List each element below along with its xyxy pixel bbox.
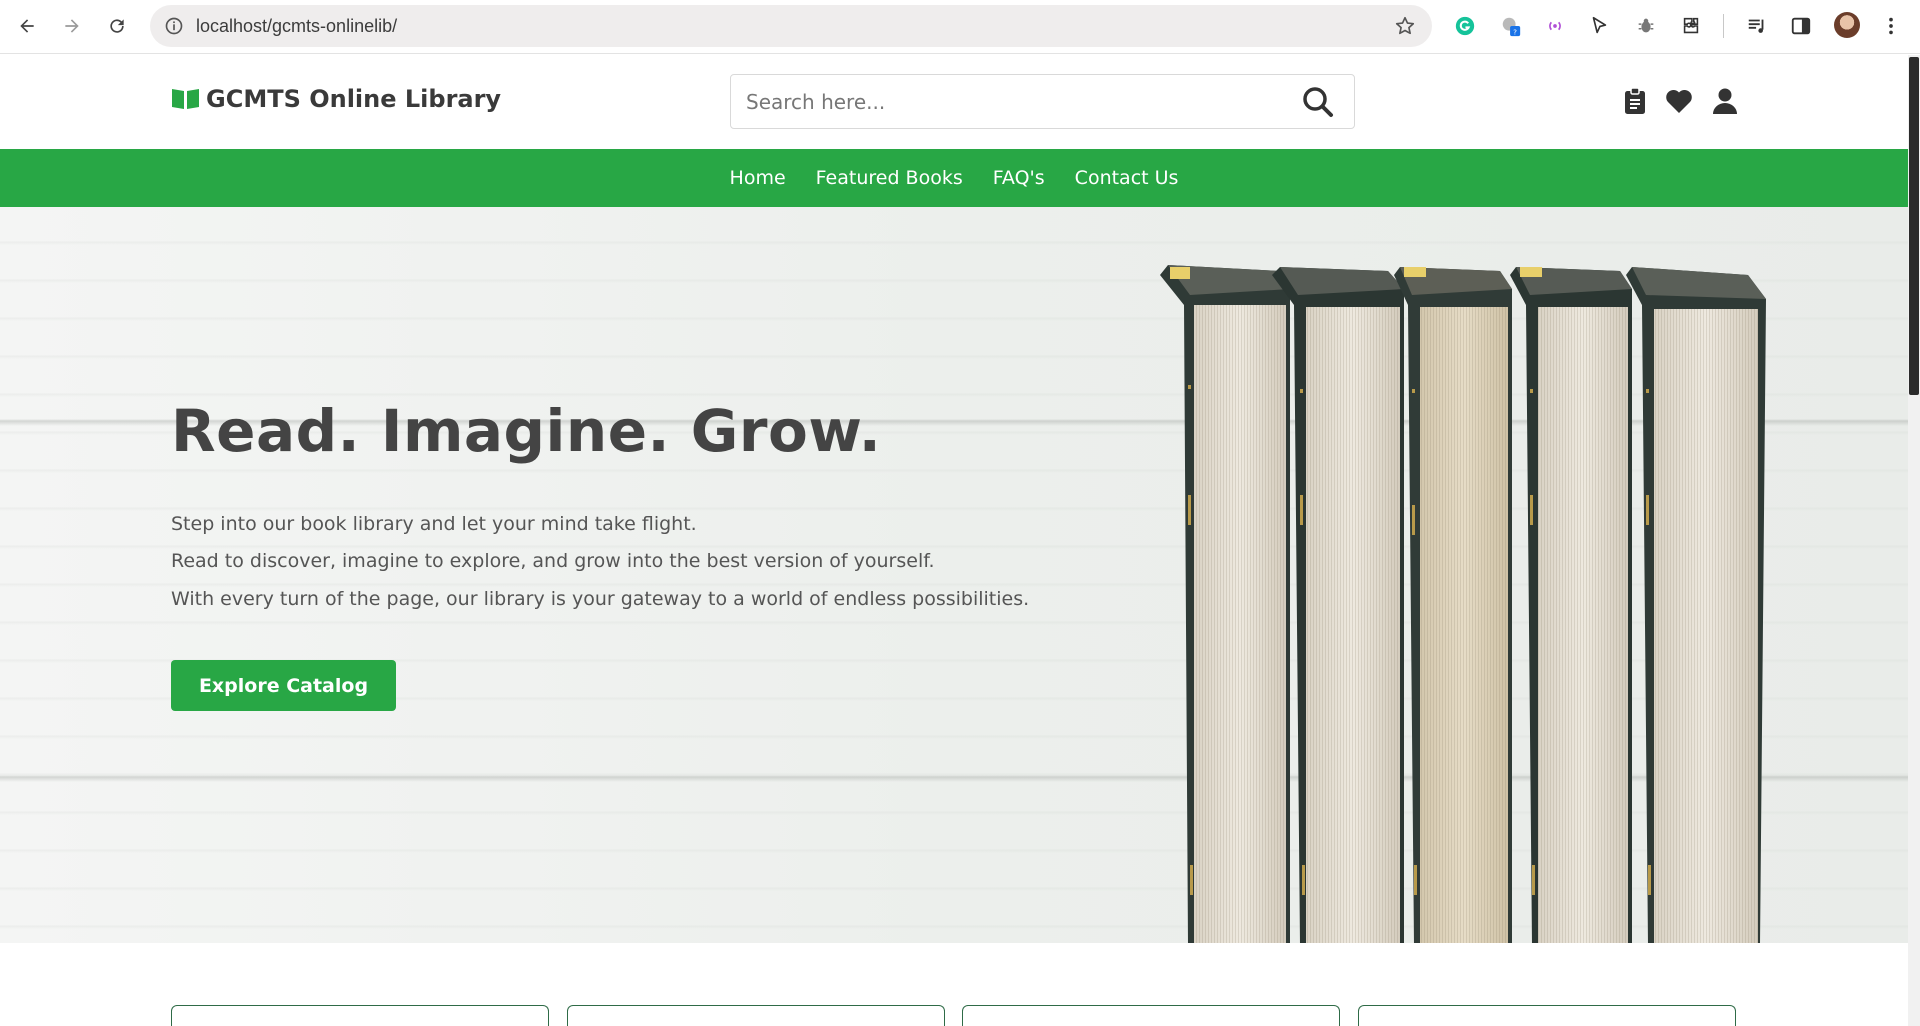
search-box: [730, 74, 1355, 129]
grammarly-extension-icon[interactable]: [1452, 13, 1478, 39]
browser-menu-icon[interactable]: [1878, 13, 1904, 39]
extensions-puzzle-icon[interactable]: [1678, 13, 1704, 39]
explore-catalog-button[interactable]: Explore Catalog: [171, 660, 396, 711]
svg-text:?: ?: [1513, 27, 1517, 36]
wishlist-button[interactable]: [1664, 86, 1694, 116]
back-button[interactable]: [12, 11, 42, 41]
forward-button[interactable]: [57, 11, 87, 41]
site-title: GCMTS Online Library: [206, 85, 502, 113]
nav-faqs[interactable]: FAQ's: [993, 167, 1045, 189]
nav-home[interactable]: Home: [730, 167, 786, 189]
feature-card: [171, 1005, 549, 1026]
feature-card: [962, 1005, 1340, 1026]
clipboard-icon: [1625, 87, 1645, 114]
reload-icon: [110, 19, 124, 33]
search-input[interactable]: [746, 87, 1286, 117]
feature-card: [567, 1005, 945, 1026]
broadcast-extension-icon[interactable]: [1542, 13, 1568, 39]
user-icon: [1713, 88, 1737, 114]
clipboard-button[interactable]: [1620, 86, 1650, 116]
site-header: GCMTS Online Library: [0, 55, 1908, 149]
book-open-icon: [172, 89, 199, 109]
bookmark-star-icon[interactable]: [1394, 15, 1416, 37]
address-bar[interactable]: localhost/gcmts-onlinelib/: [150, 5, 1432, 47]
books-illustration: [1160, 265, 1766, 943]
cursor-extension-icon[interactable]: [1586, 13, 1612, 39]
feature-card: [1358, 1005, 1736, 1026]
extension-badge-icon[interactable]: ?: [1498, 13, 1524, 39]
browser-toolbar: localhost/gcmts-onlinelib/ ?: [0, 0, 1920, 54]
bug-extension-icon[interactable]: [1633, 13, 1659, 39]
arrow-left-icon: [20, 19, 34, 33]
toolbar-separator: [1723, 14, 1724, 38]
profile-avatar[interactable]: [1834, 12, 1860, 38]
heart-icon: [1666, 89, 1692, 113]
hero-text-line-3: With every turn of the page, our library…: [171, 588, 1030, 610]
search-icon[interactable]: [1300, 84, 1336, 120]
hero-section: Read. Imagine. Grow. Step into our book …: [0, 207, 1908, 943]
side-panel-icon[interactable]: [1788, 13, 1814, 39]
main-navigation: Home Featured Books FAQ's Contact Us: [0, 149, 1908, 207]
hero-text-line-2: Read to discover, imagine to explore, an…: [171, 550, 935, 572]
hero-title: Read. Imagine. Grow.: [171, 397, 882, 465]
hero-text-line-1: Step into our book library and let your …: [171, 513, 697, 535]
account-button[interactable]: [1710, 86, 1740, 116]
arrow-right-icon: [65, 19, 79, 33]
url-text: localhost/gcmts-onlinelib/: [196, 16, 398, 36]
scrollbar-thumb[interactable]: [1909, 57, 1919, 395]
info-icon: [165, 17, 183, 35]
page-scrollbar[interactable]: [1908, 55, 1920, 1026]
site-logo[interactable]: GCMTS Online Library: [171, 85, 501, 113]
nav-featured-books[interactable]: Featured Books: [816, 167, 963, 189]
nav-contact-us[interactable]: Contact Us: [1075, 167, 1179, 189]
reload-button[interactable]: [102, 11, 132, 41]
media-controls-icon[interactable]: [1744, 13, 1770, 39]
page-content: GCMTS Online Library Search here... Home…: [0, 55, 1908, 1026]
